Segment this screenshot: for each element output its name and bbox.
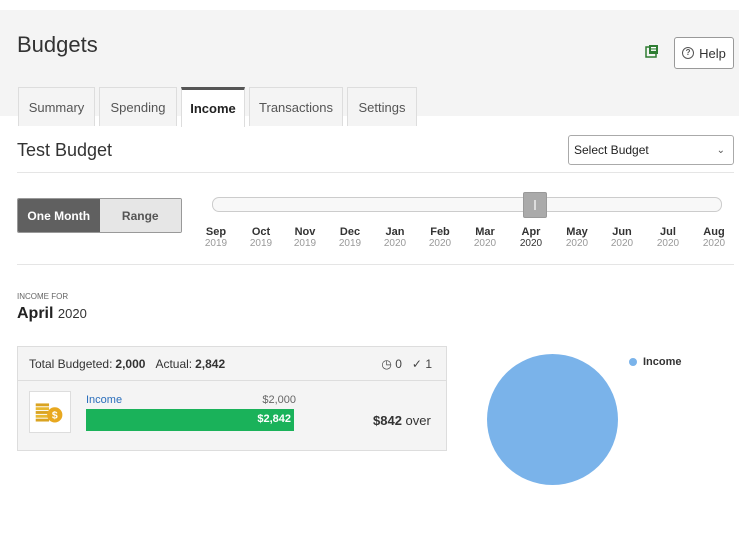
month-label[interactable]: Sep 2019	[196, 226, 236, 249]
over-amount: $842 over	[373, 413, 431, 428]
open-external-icon[interactable]	[645, 44, 659, 58]
category-actual: $2,842	[257, 413, 291, 425]
month-label-selected[interactable]: Apr 2020	[511, 226, 551, 249]
legend-swatch	[629, 358, 637, 366]
month-label[interactable]: Dec 2019	[330, 226, 370, 249]
month-label[interactable]: Jun 2020	[602, 226, 642, 249]
range-button[interactable]: Range	[99, 199, 181, 232]
month-label[interactable]: Aug 2020	[694, 226, 734, 249]
category-budgeted: $2,000	[262, 394, 296, 406]
period-heading: April 2020	[17, 305, 87, 323]
budget-title: Test Budget	[17, 140, 113, 160]
page-title: Budgets	[17, 32, 98, 57]
month-label[interactable]: Jan 2020	[375, 226, 415, 249]
clock-icon: ◷	[381, 357, 392, 371]
pie-legend: Income	[629, 356, 682, 368]
category-name-link[interactable]: Income	[86, 394, 122, 406]
panel-summary: Total Budgeted: 2,000 Actual: 2,842 ◷ 0 …	[18, 347, 446, 381]
select-budget-dropdown[interactable]: Select Budget ⌄	[568, 135, 734, 165]
tab-income[interactable]: Income	[181, 87, 245, 127]
tab-settings[interactable]: Settings	[347, 87, 417, 126]
period-mode-toggle: One Month Range	[17, 198, 182, 233]
divider	[17, 264, 734, 265]
month-label[interactable]: Nov 2019	[285, 226, 325, 249]
month-slider-track[interactable]	[212, 197, 722, 212]
category-row[interactable]: $ Income $2,000 $2,842 $842 over	[18, 381, 446, 451]
check-icon: ✓	[411, 357, 422, 371]
actual-label: Actual:	[155, 356, 193, 371]
help-label: Help	[699, 45, 726, 61]
month-labels: Sep 2019 Oct 2019 Nov 2019 Dec 2019 Jan 2020 …	[196, 226, 734, 256]
month-label[interactable]: Feb 2020	[420, 226, 460, 249]
total-budgeted-value: 2,000	[115, 356, 146, 371]
chevron-down-icon: ⌄	[716, 145, 725, 156]
month-label[interactable]: Oct 2019	[241, 226, 281, 249]
actual-value: 2,842	[195, 356, 226, 371]
tab-spending[interactable]: Spending	[99, 87, 177, 126]
select-budget-label: Select Budget	[574, 143, 649, 157]
income-pie-chart	[487, 354, 618, 485]
coins-icon: $	[29, 391, 71, 433]
period-month: April	[17, 305, 54, 322]
month-label[interactable]: Mar 2020	[465, 226, 505, 249]
income-panel: Total Budgeted: 2,000 Actual: 2,842 ◷ 0 …	[17, 346, 447, 451]
category-progress-bar: $2,842	[86, 409, 294, 431]
svg-text:$: $	[52, 411, 58, 422]
one-month-button[interactable]: One Month	[18, 199, 100, 232]
help-button[interactable]: ? Help	[674, 37, 734, 69]
month-slider-handle[interactable]	[523, 192, 547, 218]
total-budgeted-label: Total Budgeted:	[29, 356, 113, 371]
tab-bar: Summary Spending Income Transactions Set…	[18, 87, 421, 127]
month-label[interactable]: May 2020	[557, 226, 597, 249]
help-circle-icon: ?	[682, 47, 695, 59]
income-for-label: INCOME FOR	[17, 292, 69, 301]
pending-count: 0	[395, 357, 402, 371]
legend-label: Income	[643, 356, 682, 368]
header-bar: Budgets ? Help Summary Spending Income T…	[0, 10, 739, 127]
tab-summary[interactable]: Summary	[18, 87, 95, 126]
divider	[17, 172, 734, 173]
month-label[interactable]: Jul 2020	[648, 226, 688, 249]
status-counts: ◷ 0 ✓ 1	[381, 357, 432, 371]
period-year: 2020	[57, 306, 87, 321]
done-count: 1	[425, 357, 432, 371]
tab-transactions[interactable]: Transactions	[249, 87, 343, 126]
